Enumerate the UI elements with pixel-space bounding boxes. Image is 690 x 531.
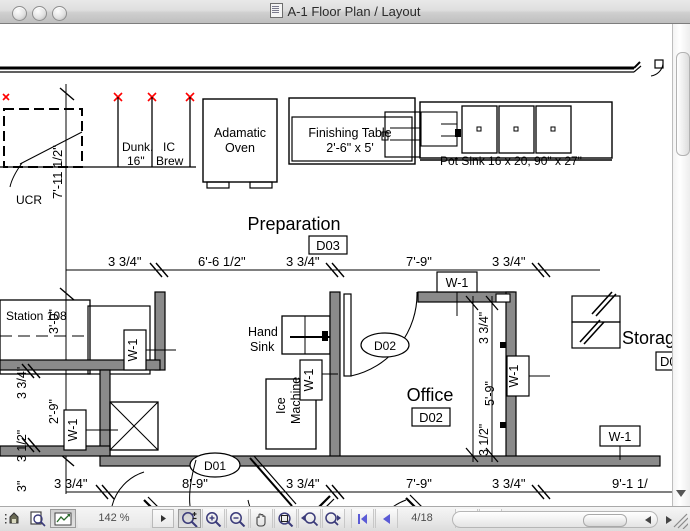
dim-office-3: 3 1/2" <box>477 424 491 456</box>
window-title-text: A-1 Floor Plan / Layout <box>287 4 421 19</box>
window-tag-6: W-1 <box>599 425 641 460</box>
page-number-field[interactable]: 4/18 <box>391 509 453 528</box>
zoom-next-icon[interactable] <box>322 509 345 528</box>
dim-top-1: 3 3/4" <box>108 254 142 269</box>
first-page-icon[interactable] <box>351 509 374 528</box>
crossed-box-equipment <box>109 401 159 451</box>
magnify-page-icon[interactable] <box>26 509 49 528</box>
floor-plan-drawing: UCR Dunk. 16" IC Brew Adamatic Oven Fini… <box>0 59 672 506</box>
window-tag-2-text: W-1 <box>66 419 80 442</box>
bottom-toolbar: 142 % 4/18 <box>0 506 690 531</box>
window-titlebar: A-1 Floor Plan / Layout <box>0 0 690 24</box>
dim-left-3: 3" <box>15 481 29 492</box>
dim-bottom-2: 8'-9" <box>182 476 208 491</box>
document-icon <box>269 3 283 18</box>
label-brew: Brew <box>156 154 184 168</box>
zoom-level-value: 142 % <box>98 512 130 524</box>
vertical-scrollbar[interactable] <box>672 24 690 506</box>
dim-left-overall: 7'-11 1/2" <box>50 145 65 199</box>
room-name-storage: Storage <box>622 328 672 348</box>
storage-shelving <box>571 291 621 349</box>
dim-bottom-5: 3 3/4" <box>492 476 526 491</box>
resize-grip[interactable] <box>673 512 688 529</box>
zoom-out-icon[interactable] <box>226 509 249 528</box>
red-x-markers <box>2 92 195 102</box>
window-tag-3-text: W-1 <box>302 369 316 392</box>
door-tag-d02-text: D02 <box>374 339 396 353</box>
floor-plan-canvas[interactable]: UCR Dunk. 16" IC Brew Adamatic Oven Fini… <box>0 24 672 506</box>
dimension-line-bottom <box>66 484 672 500</box>
door-swing-d02: D02 <box>350 291 418 377</box>
label-dunk: Dunk. <box>122 140 153 154</box>
window-tag-5: W-1 <box>506 355 550 397</box>
dim-left-3-12: 3 1/2" <box>15 430 29 462</box>
label-finishing-table-size: 2'-6" x 5' <box>326 141 373 155</box>
scroll-left-arrow[interactable] <box>641 512 655 527</box>
dim-top-4: 7'-9" <box>406 254 432 269</box>
hand-tool-icon[interactable] <box>2 509 25 528</box>
zoom-marquee-icon[interactable] <box>178 509 201 528</box>
scroll-down-arrow[interactable] <box>673 486 689 500</box>
room-name-preparation: Preparation <box>247 214 340 234</box>
room-tag-storage: D0 <box>655 351 672 371</box>
dim-top-5: 3 3/4" <box>492 254 526 269</box>
label-sink: Sink <box>250 340 275 354</box>
page-number-value: 4/18 <box>411 512 433 524</box>
top-exterior-wall <box>0 59 664 73</box>
label-ice: Ice <box>274 397 288 414</box>
ucr-equipment <box>3 108 83 188</box>
zoom-in-icon[interactable] <box>202 509 225 528</box>
dim-top-2: 6'-6 1/2" <box>198 254 246 269</box>
dim-bottom-6: 9'-1 1/ <box>612 476 648 491</box>
room-tag-office: D02 <box>411 407 451 427</box>
vertical-scrollbar-thumb[interactable] <box>676 52 690 156</box>
select-tool-icon[interactable] <box>50 509 76 528</box>
horizontal-scrollbar-thumb[interactable] <box>583 514 627 527</box>
horizontal-scrollbar[interactable] <box>452 511 658 528</box>
room-tag-storage-text: D0 <box>660 354 672 369</box>
door-tag-d01-text: D01 <box>204 459 226 473</box>
dim-bottom-3: 3 3/4" <box>286 476 320 491</box>
window-title: A-1 Floor Plan / Layout <box>0 0 690 24</box>
room-tag-preparation: D03 <box>308 235 348 255</box>
fit-page-icon[interactable] <box>274 509 297 528</box>
window-tag-4-text: W-1 <box>446 276 469 290</box>
window-tag-6-text: W-1 <box>609 430 632 444</box>
dim-office-1: 3 3/4" <box>477 312 491 344</box>
dim-bottom-4: 7'-9" <box>406 476 432 491</box>
zoom-popup-button[interactable] <box>152 509 174 528</box>
hand-sink-equipment <box>281 315 331 355</box>
label-adamatic: Adamatic <box>214 126 266 140</box>
room-name-office: Office <box>407 385 454 405</box>
dim-left-2-9: 2'-9" <box>47 399 61 424</box>
dim-office-2: 5'-9" <box>483 381 497 406</box>
label-ic: IC <box>163 140 175 154</box>
label-ucr: UCR <box>16 193 42 207</box>
window-tag-1-text: W-1 <box>126 339 140 362</box>
zoom-level-field[interactable]: 142 % <box>78 509 150 528</box>
label-pot-sink: Pot Sink 16 x 20, 90" x 27" <box>440 154 582 168</box>
window-tag-5-text: W-1 <box>507 365 521 388</box>
application-window: A-1 Floor Plan / Layout UCR Dunk. 16" IC… <box>0 0 690 531</box>
room-tag-preparation-text: D03 <box>316 238 340 253</box>
dim-left-3-34: 3 3/4" <box>15 367 29 399</box>
label-dunk-size: 16" <box>127 154 145 168</box>
dim-top-3: 3 3/4" <box>286 254 320 269</box>
interior-walls-center <box>99 291 661 467</box>
dim-bottom-1: 3 3/4" <box>54 476 88 491</box>
zoom-previous-icon[interactable] <box>298 509 321 528</box>
room-tag-office-text: D02 <box>419 410 443 425</box>
label-oven: Oven <box>225 141 255 155</box>
dim-left-3-0: 3'-0" <box>47 309 61 334</box>
pan-hand-icon[interactable] <box>250 509 273 528</box>
pot-sink-equipment <box>419 101 613 161</box>
label-hand: Hand <box>248 325 278 339</box>
label-finishing-table: Finishing Table <box>308 126 391 140</box>
